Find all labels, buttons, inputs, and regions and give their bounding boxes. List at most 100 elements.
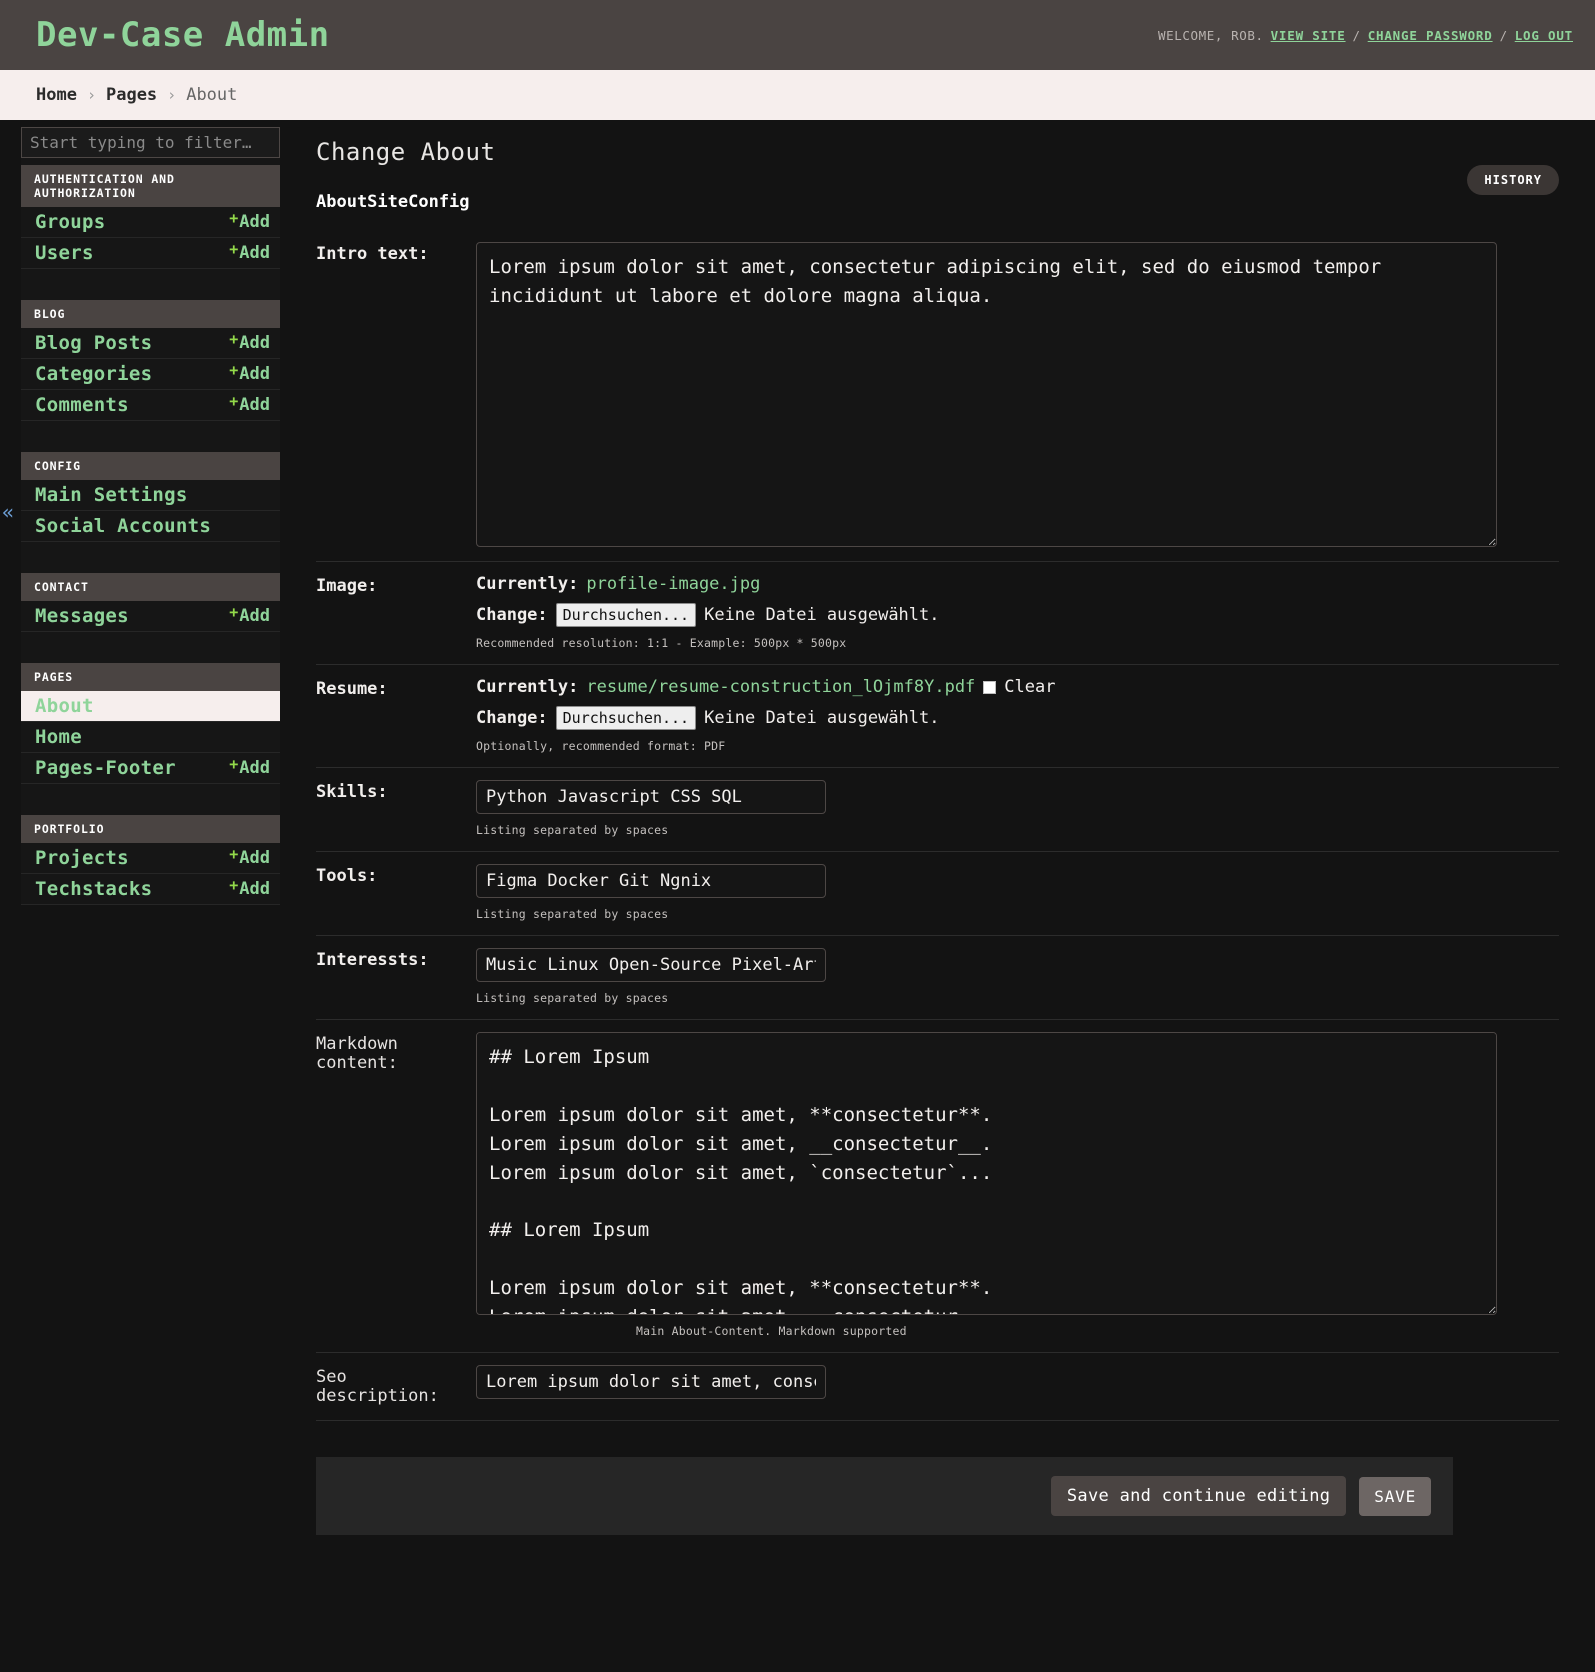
breadcrumb-separator-2: › xyxy=(167,86,176,104)
user-tools: WELCOME, ROB. VIEW SITE / CHANGE PASSWOR… xyxy=(1158,28,1573,43)
sidebar-item-label[interactable]: Techstacks xyxy=(35,878,152,900)
image-field-box: Currently: profile-image.jpg Change: Dur… xyxy=(476,574,1559,650)
sidebar-module-caption: PAGES xyxy=(21,663,280,691)
sidebar-add-link-categories[interactable]: +Add xyxy=(229,364,270,384)
image-change-label: Change: xyxy=(476,605,548,625)
module-title: AboutSiteConfig xyxy=(316,192,1559,212)
sidebar-add-link-messages[interactable]: +Add xyxy=(229,606,270,626)
markdown-textarea[interactable] xyxy=(476,1032,1497,1315)
save-and-continue-button[interactable]: Save and continue editing xyxy=(1051,1476,1346,1516)
log-out-link[interactable]: LOG OUT xyxy=(1515,28,1573,43)
change-password-link[interactable]: CHANGE PASSWORD xyxy=(1368,28,1493,43)
plus-icon: + xyxy=(229,332,238,347)
form-row-tools: Tools: Listing separated by spaces xyxy=(316,852,1559,936)
plus-icon: + xyxy=(229,394,238,409)
sidebar-item-messages[interactable]: Messages +Add xyxy=(21,601,280,632)
resume-change-label: Change: xyxy=(476,708,548,728)
tools-input[interactable] xyxy=(476,864,826,898)
sidebar-module-caption: PORTFOLIO xyxy=(21,815,280,843)
resume-file-status: Keine Datei ausgewählt. xyxy=(704,708,939,728)
form-row-markdown: Markdown content: Main About-Content. Ma… xyxy=(316,1020,1559,1353)
sidebar-item-techstacks[interactable]: Techstacks +Add xyxy=(21,874,280,905)
sidebar-item-main-settings[interactable]: Main Settings xyxy=(21,480,280,511)
sidebar-item-users[interactable]: Users +Add xyxy=(21,238,280,269)
resume-clear-label: Clear xyxy=(1004,677,1055,697)
sidebar-item-label[interactable]: Blog Posts xyxy=(35,332,152,354)
resume-clear-checkbox[interactable] xyxy=(983,681,996,694)
sidebar-add-link-pages-footer[interactable]: +Add xyxy=(229,758,270,778)
sidebar: AUTHENTICATION AND AUTHORIZATIONGroups+A… xyxy=(0,120,280,905)
skills-input[interactable] xyxy=(476,780,826,814)
sidebar-add-link-blog-posts[interactable]: +Add xyxy=(229,333,270,353)
sidebar-item-home[interactable]: Home xyxy=(21,722,280,753)
sidebar-item-label[interactable]: Projects xyxy=(35,847,129,869)
sidebar-item-label[interactable]: Groups xyxy=(35,211,105,233)
sidebar-item-label[interactable]: Social Accounts xyxy=(35,515,211,537)
sidebar-add-link-techstacks[interactable]: +Add xyxy=(229,879,270,899)
sidebar-module-gap xyxy=(21,421,280,452)
sidebar-module-gap xyxy=(21,632,280,663)
image-current-file-link[interactable]: profile-image.jpg xyxy=(586,574,760,594)
sidebar-add-link-comments[interactable]: +Add xyxy=(229,395,270,415)
sidebar-item-categories[interactable]: Categories +Add xyxy=(21,359,280,390)
sidebar-item-label[interactable]: About xyxy=(35,695,94,717)
sidebar-item-label[interactable]: Categories xyxy=(35,363,152,385)
sidebar-add-label: Add xyxy=(239,395,270,415)
view-site-link[interactable]: VIEW SITE xyxy=(1271,28,1346,43)
sidebar-add-label: Add xyxy=(239,758,270,778)
site-header: Dev-Case Admin WELCOME, ROB. VIEW SITE /… xyxy=(0,0,1595,70)
plus-icon: + xyxy=(229,605,238,620)
interests-label: Interessts: xyxy=(316,948,476,970)
sidebar-item-projects[interactable]: Projects +Add xyxy=(21,843,280,874)
sidebar-item-blog-posts[interactable]: Blog Posts +Add xyxy=(21,328,280,359)
tools-help-text: Listing separated by spaces xyxy=(476,907,1559,921)
sidebar-item-label[interactable]: Messages xyxy=(35,605,129,627)
sidebar-item-label[interactable]: Pages-Footer xyxy=(35,757,176,779)
breadcrumb-pages[interactable]: Pages xyxy=(106,85,157,105)
seo-description-input[interactable] xyxy=(476,1365,826,1399)
sidebar-add-link-projects[interactable]: +Add xyxy=(229,848,270,868)
history-button[interactable]: HISTORY xyxy=(1467,165,1559,195)
sidebar-filter-input[interactable] xyxy=(21,127,280,158)
tools-label: Tools: xyxy=(316,864,476,886)
resume-field-box: Currently: resume/resume-construction_lO… xyxy=(476,677,1559,753)
seo-field-box xyxy=(476,1365,1559,1399)
sidebar-item-social-accounts[interactable]: Social Accounts xyxy=(21,511,280,542)
sidebar-item-label[interactable]: Home xyxy=(35,726,82,748)
sidebar-item-label[interactable]: Users xyxy=(35,242,94,264)
image-browse-button[interactable]: Durchsuchen... xyxy=(556,603,696,627)
sidebar-collapse-icon[interactable]: « xyxy=(2,500,14,524)
markdown-label: Markdown content: xyxy=(316,1032,476,1073)
sidebar-add-label: Add xyxy=(239,333,270,353)
page-title: Change About xyxy=(316,138,1559,166)
sidebar-module-caption: BLOG xyxy=(21,300,280,328)
intro-field-box xyxy=(476,242,1559,547)
sidebar-add-link-groups[interactable]: +Add xyxy=(229,212,270,232)
sidebar-module-caption: CONFIG xyxy=(21,452,280,480)
sidebar-item-about[interactable]: About xyxy=(21,691,280,722)
resume-current-file-link[interactable]: resume/resume-construction_lOjmf8Y.pdf xyxy=(586,677,975,697)
resume-label: Resume: xyxy=(316,677,476,699)
sidebar-module-caption: AUTHENTICATION AND AUTHORIZATION xyxy=(21,165,280,207)
resume-help-text: Optionally, recommended format: PDF xyxy=(476,739,1559,753)
sidebar-item-pages-footer[interactable]: Pages-Footer +Add xyxy=(21,753,280,784)
sidebar-item-groups[interactable]: Groups +Add xyxy=(21,207,280,238)
user-tools-separator-1: / xyxy=(1353,28,1361,43)
save-button[interactable]: SAVE xyxy=(1359,1477,1431,1516)
breadcrumb-separator-1: › xyxy=(87,86,96,104)
sidebar-item-label[interactable]: Comments xyxy=(35,394,129,416)
sidebar-add-link-users[interactable]: +Add xyxy=(229,243,270,263)
submit-row: Save and continue editing SAVE xyxy=(316,1457,1453,1535)
interests-input[interactable] xyxy=(476,948,826,982)
sidebar-item-label[interactable]: Main Settings xyxy=(35,484,188,506)
sidebar-modules: AUTHENTICATION AND AUTHORIZATIONGroups+A… xyxy=(21,158,280,905)
image-file-status: Keine Datei ausgewählt. xyxy=(704,605,939,625)
sidebar-module-caption: CONTACT xyxy=(21,573,280,601)
image-label: Image: xyxy=(316,574,476,596)
main-content: Change About HISTORY AboutSiteConfig Int… xyxy=(280,120,1595,1535)
sidebar-item-comments[interactable]: Comments +Add xyxy=(21,390,280,421)
breadcrumb-home[interactable]: Home xyxy=(36,85,77,105)
resume-browse-button[interactable]: Durchsuchen... xyxy=(556,706,696,730)
intro-textarea[interactable] xyxy=(476,242,1497,547)
plus-icon: + xyxy=(229,847,238,862)
